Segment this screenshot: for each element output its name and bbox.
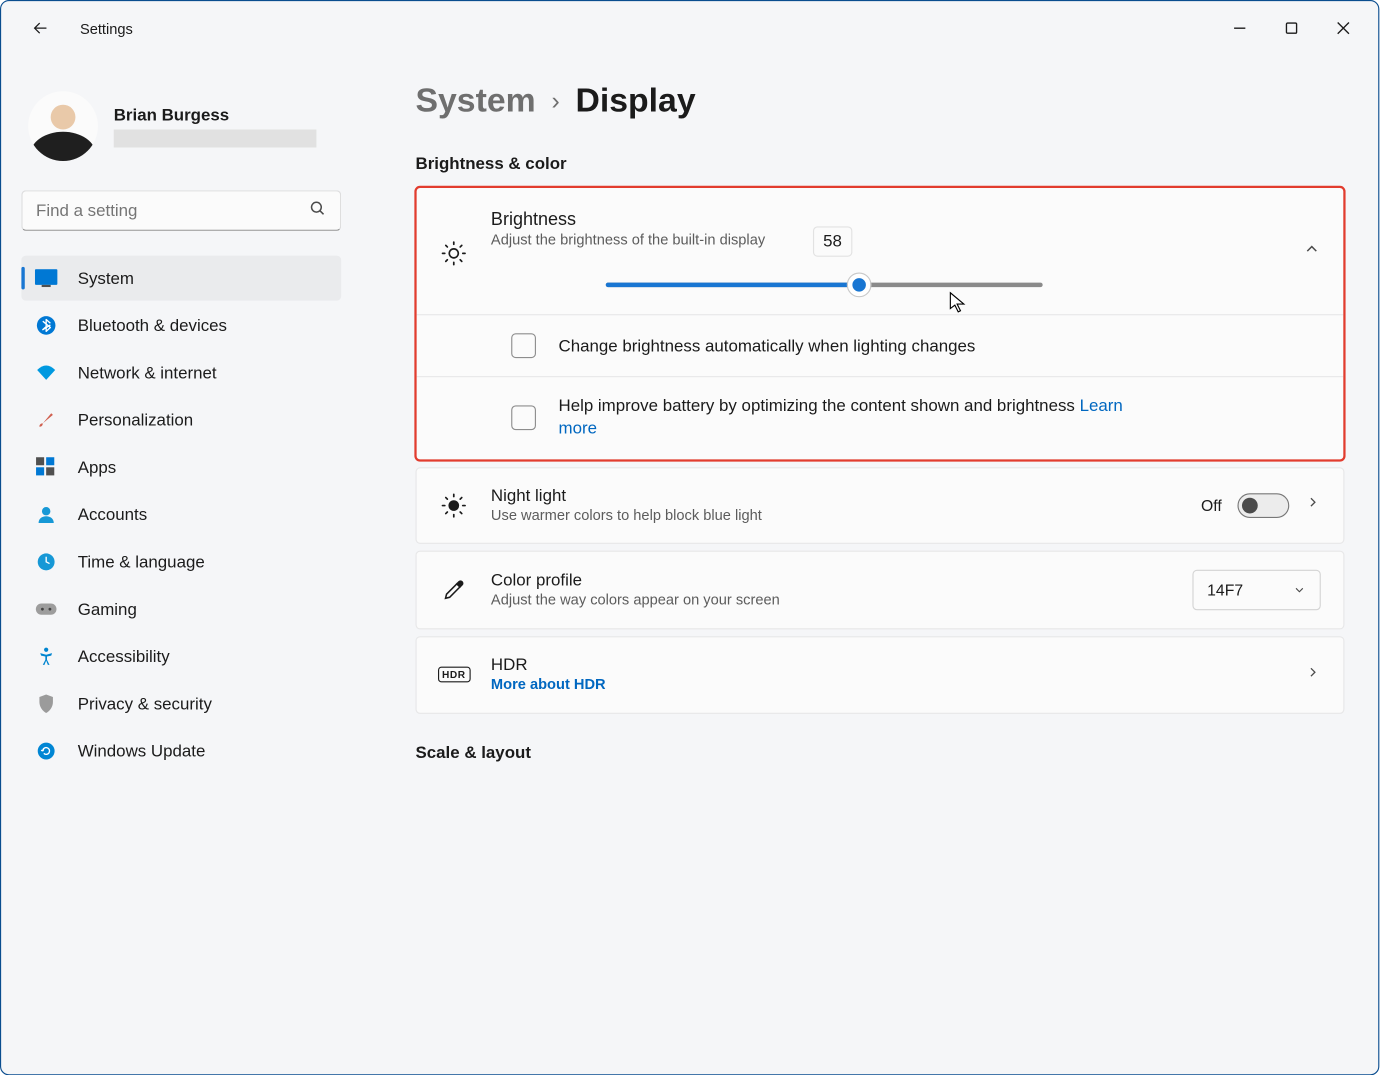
breadcrumb: System › Display xyxy=(415,82,1344,120)
sidebar-item-accessibility[interactable]: Accessibility xyxy=(21,634,341,679)
sidebar-item-label: Accessibility xyxy=(78,647,170,666)
sidebar-item-system[interactable]: System xyxy=(21,256,341,301)
sidebar-item-label: Bluetooth & devices xyxy=(78,316,227,335)
hdr-icon: HDR xyxy=(439,667,468,683)
user-block[interactable]: Brian Burgess xyxy=(21,66,341,190)
brightness-value-tooltip: 58 xyxy=(813,226,852,256)
checkbox-battery-optimize[interactable] xyxy=(511,406,536,431)
hdr-title: HDR xyxy=(491,655,1283,674)
battery-optimize-label: Help improve battery by optimizing the c… xyxy=(558,395,1144,441)
sidebar-item-label: Windows Update xyxy=(78,741,206,760)
breadcrumb-sep-icon: › xyxy=(551,87,559,116)
close-button[interactable] xyxy=(1317,10,1369,46)
chevron-right-icon xyxy=(1305,495,1321,516)
night-light-title: Night light xyxy=(491,486,1179,505)
color-profile-select[interactable]: 14F7 xyxy=(1193,570,1321,611)
window-title: Settings xyxy=(80,20,133,37)
color-profile-subtitle: Adjust the way colors appear on your scr… xyxy=(491,590,986,610)
back-button[interactable] xyxy=(26,14,55,43)
sidebar-item-label: Gaming xyxy=(78,600,137,619)
checkbox-auto-brightness[interactable] xyxy=(511,333,536,358)
sidebar-item-apps[interactable]: Apps xyxy=(21,445,341,490)
titlebar: Settings xyxy=(1,1,1378,55)
breadcrumb-parent[interactable]: System xyxy=(415,82,535,120)
sidebar-item-label: Time & language xyxy=(78,552,205,571)
hdr-link[interactable]: More about HDR xyxy=(491,676,606,693)
select-value: 14F7 xyxy=(1207,581,1243,599)
color-profile-title: Color profile xyxy=(491,571,1170,590)
row-battery-optimize[interactable]: Help improve battery by optimizing the c… xyxy=(417,376,1344,459)
sidebar-item-network[interactable]: Network & internet xyxy=(21,350,341,395)
cursor-icon xyxy=(950,292,968,315)
bluetooth-icon xyxy=(35,314,58,337)
apps-icon xyxy=(35,456,58,479)
sidebar-item-update[interactable]: Windows Update xyxy=(21,729,341,774)
main-panel: System › Display Brightness & color Brig… xyxy=(361,55,1378,1074)
night-light-icon xyxy=(439,492,468,519)
card-brightness: Brightness Adjust the brightness of the … xyxy=(415,187,1344,460)
search-icon xyxy=(309,199,327,223)
night-light-toggle[interactable] xyxy=(1237,493,1289,518)
user-name: Brian Burgess xyxy=(114,105,317,124)
slider-fill xyxy=(606,283,859,288)
sidebar-item-label: Apps xyxy=(78,458,117,477)
maximize-button[interactable] xyxy=(1266,10,1318,46)
sidebar-item-time[interactable]: Time & language xyxy=(21,539,341,584)
sidebar-item-gaming[interactable]: Gaming xyxy=(21,587,341,632)
search-field[interactable] xyxy=(36,201,308,220)
accessibility-icon xyxy=(35,645,58,668)
card-color-profile: Color profile Adjust the way colors appe… xyxy=(415,551,1344,630)
sidebar-item-label: Accounts xyxy=(78,505,147,524)
row-auto-brightness[interactable]: Change brightness automatically when lig… xyxy=(417,314,1344,376)
section-brightness-title: Brightness & color xyxy=(415,154,1344,173)
night-light-subtitle: Use warmer colors to help block blue lig… xyxy=(491,505,840,525)
person-icon xyxy=(35,503,58,526)
collapse-button[interactable] xyxy=(1303,240,1321,264)
wifi-icon xyxy=(35,361,58,384)
card-night-light[interactable]: Night light Use warmer colors to help bl… xyxy=(415,467,1344,544)
night-light-state: Off xyxy=(1201,496,1222,514)
brightness-title: Brightness xyxy=(491,211,1280,231)
search-input[interactable] xyxy=(21,190,341,231)
sun-icon xyxy=(439,240,468,267)
eyedropper-icon xyxy=(439,578,468,603)
brightness-subtitle: Adjust the brightness of the built-in di… xyxy=(491,231,1280,248)
auto-brightness-label: Change brightness automatically when lig… xyxy=(558,336,975,355)
chevron-down-icon xyxy=(1293,583,1307,597)
sidebar-item-label: System xyxy=(78,269,134,288)
shield-icon xyxy=(35,692,58,715)
sidebar-item-label: Network & internet xyxy=(78,363,217,382)
gamepad-icon xyxy=(35,598,58,621)
settings-window: Settings Brian Burgess xyxy=(0,0,1379,1075)
brush-icon xyxy=(35,409,58,432)
sidebar-item-personalization[interactable]: Personalization xyxy=(21,397,341,442)
avatar xyxy=(28,91,98,161)
chevron-right-icon xyxy=(1305,664,1321,685)
user-email-redacted xyxy=(114,129,317,147)
section-scale-title: Scale & layout xyxy=(415,743,1344,762)
nav: System Bluetooth & devices Network & int… xyxy=(21,256,341,774)
sidebar-item-privacy[interactable]: Privacy & security xyxy=(21,681,341,726)
sidebar-item-label: Personalization xyxy=(78,410,193,429)
update-icon xyxy=(35,740,58,763)
slider-thumb[interactable] xyxy=(848,274,871,297)
page-title: Display xyxy=(575,82,695,120)
clock-globe-icon xyxy=(35,551,58,574)
brightness-slider[interactable] xyxy=(606,283,1043,288)
sidebar: Brian Burgess System Bluetooth & devices xyxy=(1,55,361,1074)
card-hdr[interactable]: HDR HDR More about HDR xyxy=(415,636,1344,713)
sidebar-item-bluetooth[interactable]: Bluetooth & devices xyxy=(21,303,341,348)
sidebar-item-accounts[interactable]: Accounts xyxy=(21,492,341,537)
minimize-button[interactable] xyxy=(1214,10,1266,46)
system-icon xyxy=(35,267,58,290)
sidebar-item-label: Privacy & security xyxy=(78,694,212,713)
